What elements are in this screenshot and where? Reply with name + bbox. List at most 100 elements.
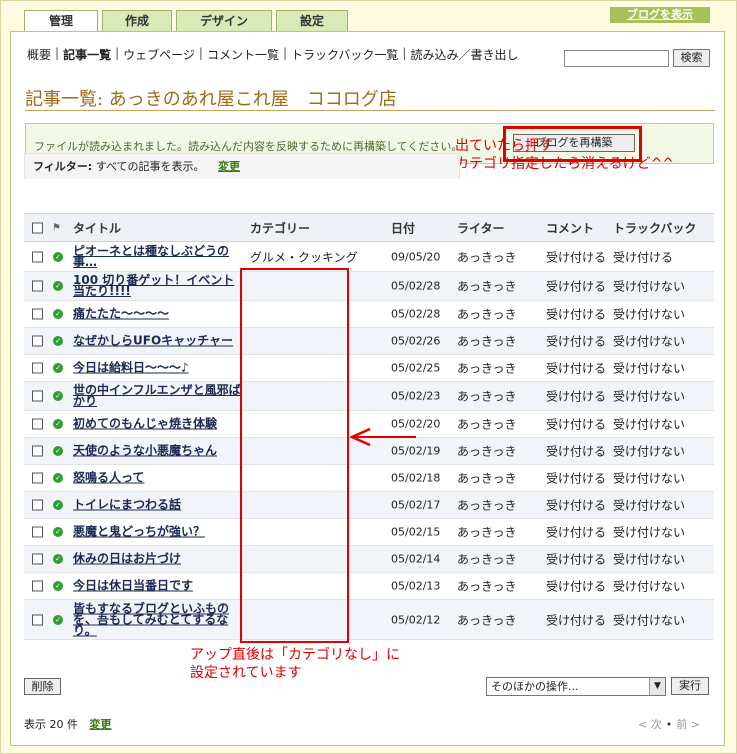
per-page-change-link[interactable]: 変更 [90,718,112,731]
article-date: 05/02/17 [391,498,441,512]
article-title-link[interactable]: 怒鳴る人って [73,472,245,484]
published-check-icon: ✓ [53,500,63,510]
article-writer: あっきっき [457,307,517,322]
tab-manage[interactable]: 管理 [24,10,98,33]
row-checkbox[interactable] [32,580,43,592]
article-writer: あっきっき [457,579,517,594]
article-trackback-status: 受け付けない [613,552,686,567]
row-checkbox[interactable] [32,472,43,484]
row-checkbox[interactable] [32,614,43,625]
row-checkbox[interactable] [32,362,43,374]
col-category[interactable]: カテゴリー [250,219,310,236]
row-checkbox[interactable] [32,308,43,320]
filter-bar: フィルター: すべての記事を表示。 変更 [24,153,460,179]
col-comment[interactable]: コメント [546,219,594,236]
article-title-link[interactable]: 世の中インフルエンザと風邪ばかり [73,384,245,407]
article-title-link[interactable]: 今日は休日当番日です [73,580,245,592]
article-trackback-status: 受け付ける [613,250,674,264]
article-title-link[interactable]: 初めてのもんじゃ焼き体験 [73,418,245,430]
row-checkbox[interactable] [32,445,43,457]
annotation-top-line-2: カテゴリ指定したら消えるけど^^ [455,156,675,172]
article-title-link[interactable]: 悪魔と鬼どっちが強い？ [73,526,245,538]
article-date: 09/05/20 [391,250,441,263]
pager: < 次 • 前 > [638,718,700,731]
col-writer[interactable]: ライター [457,219,505,236]
table-row: ✓ 悪魔と鬼どっちが強い？ 05/02/15 あっきっき 受け付ける 受け付けない [24,519,714,546]
col-title[interactable]: タイトル [73,219,121,236]
article-trackback-status: 受け付けない [613,361,686,376]
published-check-icon: ✓ [53,446,63,456]
category-highlight-rect [240,268,349,643]
article-trackback-status: 受け付けない [613,579,686,594]
article-title-link[interactable]: なぜかしらUFOキャッチャー [73,335,245,347]
pager-prev[interactable]: 前 > [676,718,700,731]
subnav-comments[interactable]: コメント一覧 [205,46,281,63]
tab-settings[interactable]: 設定 [276,10,348,32]
article-title-link[interactable]: ピオーネとは種なしぶどうの事… [73,245,245,268]
annotation-top: 出ていたら押す カテゴリ指定したら消えるけど^^ [455,137,674,173]
filter-change-link[interactable]: 変更 [218,160,240,173]
row-checkbox[interactable] [32,553,43,565]
published-check-icon: ✓ [53,419,63,429]
row-checkbox[interactable] [32,526,43,538]
search-button[interactable]: 検索 [673,49,710,67]
select-all-checkbox[interactable] [32,222,43,233]
view-blog-link[interactable]: ブログを表示 [610,7,710,23]
article-date: 05/02/19 [391,444,441,458]
article-trackback-status: 受け付けない [613,471,686,486]
col-date[interactable]: 日付 [391,219,415,236]
annotation-bottom-line-1: アップ直後は「カテゴリなし」に [190,647,400,663]
table-row: ✓ ピオーネとは種なしぶどうの事… グルメ・クッキング 09/05/20 あっきっき 受け… [24,242,714,272]
table-row: ✓ 皆もすなるブログといふものを、吾もしてみむとてするなり。 05/02/12 あっき… [24,600,714,640]
article-comment-status: 受け付ける [546,417,607,432]
row-checkbox[interactable] [32,390,43,402]
article-trackback-status: 受け付けない [613,498,686,513]
tab-design[interactable]: デザイン [176,10,272,32]
published-check-icon: ✓ [53,554,63,564]
article-trackback-status: 受け付けない [613,417,686,432]
subnav-webpages[interactable]: ウェブページ [121,46,197,63]
col-trackback[interactable]: トラックバック [613,219,696,236]
article-comment-status: 受け付ける [546,552,607,567]
row-checkbox[interactable] [32,251,43,262]
article-date: 05/02/28 [391,279,441,293]
other-ops-select[interactable]: そのほかの操作... ▼ [486,677,666,696]
row-checkbox[interactable] [32,499,43,511]
article-title-link[interactable]: 今日は給料日～～～♪ [73,362,245,374]
tab-create[interactable]: 作成 [102,10,172,32]
table-row: ✓ 世の中インフルエンザと風邪ばかり 05/02/23 あっきっき 受け付ける 受け付けな… [24,382,714,411]
subnav-overview[interactable]: 概要 [25,46,53,63]
article-date: 05/02/18 [391,471,441,485]
delete-button[interactable]: 削除 [24,678,61,695]
chevron-down-icon[interactable]: ▼ [649,678,665,695]
article-title-link[interactable]: 皆もすなるブログといふものを、吾もしてみむとてするなり。 [73,602,245,636]
article-writer: あっきっき [457,444,517,459]
article-date: 05/02/13 [391,579,441,593]
article-title-link[interactable]: 痛たたた～～～～ [73,308,245,320]
table-row: ✓ トイレにまつわる話 05/02/17 あっきっき 受け付ける 受け付けない [24,492,714,519]
table-row: ✓ 休みの日はお片づけ 05/02/14 あっきっき 受け付ける 受け付けない [24,546,714,573]
search-input[interactable] [564,50,669,67]
published-check-icon: ✓ [53,614,63,625]
row-checkbox[interactable] [32,280,43,292]
subnav-articles[interactable]: 記事一覧 [61,46,113,63]
execute-button[interactable]: 実行 [671,677,709,695]
table-row: ✓ 100 切り番ゲット！イベント当たり!!!! 05/02/28 あっきっき 受け付け… [24,272,714,301]
row-checkbox[interactable] [32,335,43,347]
top-tabs: 管理 作成 デザイン 設定 [24,10,352,33]
pager-next[interactable]: < 次 [638,718,662,731]
article-writer: あっきっき [457,613,517,627]
article-title-link[interactable]: 休みの日はお片づけ [73,553,245,565]
article-writer: あっきっき [457,250,517,264]
row-checkbox[interactable] [32,418,43,430]
article-comment-status: 受け付ける [546,498,607,513]
article-date: 05/02/15 [391,525,441,539]
subnav-trackbacks[interactable]: トラックバック一覧 [289,46,400,63]
article-title-link[interactable]: 100 切り番ゲット！イベント当たり!!!! [73,274,245,297]
arrow-head-icon [350,427,371,447]
article-writer: あっきっき [457,552,517,567]
article-title-link[interactable]: トイレにまつわる話 [73,499,245,511]
subnav-import-export[interactable]: 読み込み／書き出し [408,46,520,63]
article-comment-status: 受け付ける [546,250,607,264]
article-title-link[interactable]: 天使のような小悪魔ちゃん [73,445,245,457]
